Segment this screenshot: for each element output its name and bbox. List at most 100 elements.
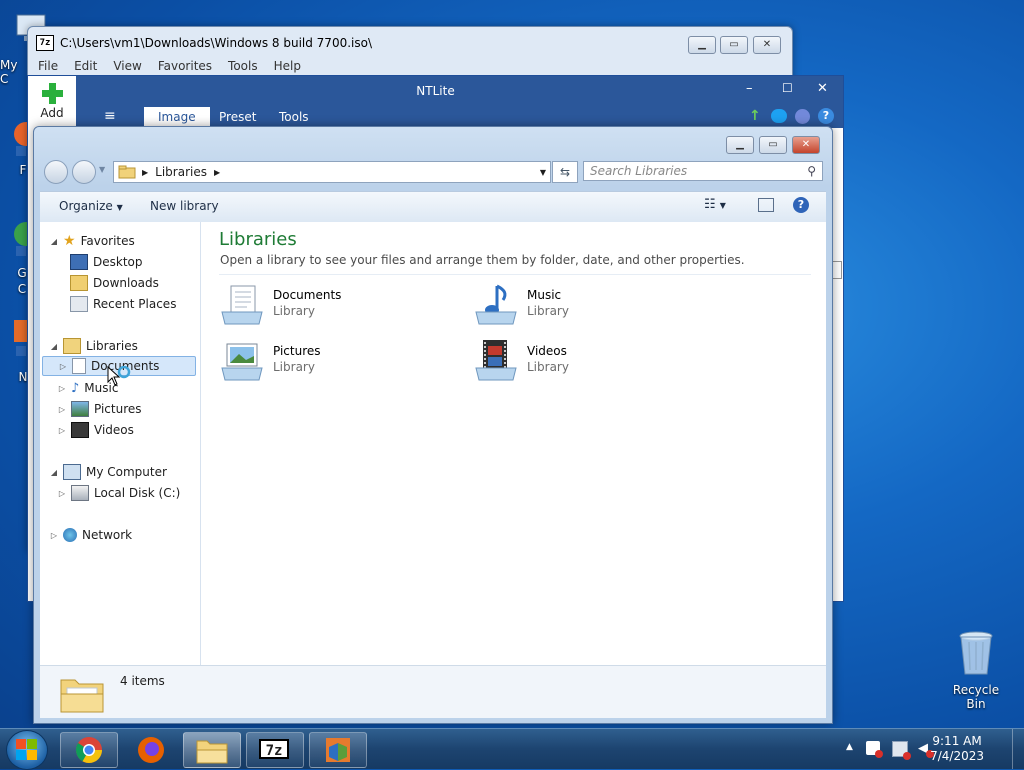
expand-arrow-icon[interactable]: ▷ xyxy=(58,384,66,393)
back-button[interactable] xyxy=(44,160,68,184)
sevenzip-maximize-button[interactable]: ▭ xyxy=(720,36,748,54)
search-input[interactable]: Search Libraries ⚲ xyxy=(583,161,823,181)
desktop-icon-ntlite[interactable] xyxy=(14,318,28,368)
ntlite-minimize-button[interactable]: – xyxy=(746,81,753,96)
expand-arrow-icon[interactable]: ▷ xyxy=(50,531,58,540)
taskbar-7zip-button[interactable]: 7z xyxy=(246,732,304,768)
nav-recent-places[interactable]: Recent Places xyxy=(70,294,176,314)
menu-help[interactable]: Help xyxy=(268,57,307,75)
show-desktop-button[interactable] xyxy=(1012,729,1024,769)
nav-local-disk[interactable]: ▷ Local Disk (C:) xyxy=(58,483,180,503)
nav-downloads[interactable]: Downloads xyxy=(70,273,159,293)
taskbar-firefox-button[interactable] xyxy=(122,732,180,768)
recycle-bin-icon xyxy=(959,631,993,675)
system-clock[interactable]: 9:11 AM 7/4/2023 xyxy=(930,734,984,764)
menu-favorites[interactable]: Favorites xyxy=(152,57,218,75)
search-icon[interactable]: ⚲ xyxy=(807,164,816,178)
expand-arrow-icon[interactable]: ▷ xyxy=(58,405,66,414)
menu-tools[interactable]: Tools xyxy=(222,57,264,75)
nav-favorites[interactable]: ◢ ★ Favorites xyxy=(50,231,135,251)
nav-computer-label: My Computer xyxy=(86,465,167,479)
help-icon[interactable]: ? xyxy=(818,108,834,124)
page-title: Libraries xyxy=(219,229,297,250)
address-bar[interactable]: ▶ Libraries ▶ ▼ xyxy=(113,161,551,183)
help-icon[interactable]: ? xyxy=(793,197,809,213)
nav-downloads-label: Downloads xyxy=(93,276,159,290)
volume-icon[interactable]: ◀ xyxy=(918,741,934,758)
app-icon xyxy=(14,320,28,356)
command-toolbar: Organize ▼ New library ☷ ▼ ? xyxy=(40,191,826,223)
sevenzip-menubar: File Edit View Favorites Tools Help xyxy=(32,57,307,75)
ntlite-maximize-button[interactable]: ☐ xyxy=(782,81,793,95)
content-pane: Libraries Open a library to see your fil… xyxy=(201,222,826,665)
library-type: Library xyxy=(273,360,315,374)
forward-button[interactable] xyxy=(72,160,96,184)
twitter-icon[interactable] xyxy=(771,109,787,123)
expand-arrow-icon[interactable]: ◢ xyxy=(50,237,58,246)
refresh-button[interactable]: ⇆ xyxy=(552,161,578,183)
update-arrow-icon[interactable]: ↑ xyxy=(749,108,761,124)
library-name: Music xyxy=(527,288,562,302)
taskbar-explorer-button[interactable] xyxy=(183,732,241,768)
explorer-maximize-button[interactable]: ▭ xyxy=(759,136,787,154)
view-options-icon[interactable]: ☷ ▼ xyxy=(704,197,726,212)
sevenzip-minimize-button[interactable]: ▁ xyxy=(688,36,716,54)
documents-library-icon xyxy=(221,285,263,325)
library-music[interactable]: Music Library xyxy=(473,282,569,328)
expand-arrow-icon[interactable]: ▷ xyxy=(59,362,67,371)
nav-pictures-label: Pictures xyxy=(94,402,142,416)
ntlite-add-button[interactable]: Add xyxy=(28,76,76,128)
start-button[interactable] xyxy=(6,730,48,770)
nav-pictures[interactable]: ▷ Pictures xyxy=(58,399,142,419)
explorer-close-button[interactable]: ✕ xyxy=(792,136,820,154)
network-status-icon[interactable] xyxy=(892,741,911,760)
desktop-icon-chrome[interactable] xyxy=(14,220,38,270)
library-name: Documents xyxy=(273,288,342,302)
tab-tools[interactable]: Tools xyxy=(265,107,323,127)
action-center-icon[interactable] xyxy=(866,741,883,758)
new-library-button[interactable]: New library xyxy=(150,199,219,213)
star-icon: ★ xyxy=(63,233,76,249)
desktop-icon-recycle-bin[interactable]: Recycle Bin xyxy=(945,630,1007,711)
taskbar-ntlite-button[interactable] xyxy=(309,732,367,768)
hamburger-menu-icon[interactable]: ≡ xyxy=(104,108,116,124)
expand-arrow-icon[interactable]: ◢ xyxy=(50,342,58,351)
nav-network-label: Network xyxy=(82,528,133,542)
explorer-minimize-button[interactable]: ▁ xyxy=(726,136,754,154)
pictures-icon xyxy=(71,401,89,417)
show-hidden-icons-button[interactable]: ▲ xyxy=(846,742,853,752)
library-documents[interactable]: Documents Library xyxy=(219,282,341,328)
menu-file[interactable]: File xyxy=(32,57,64,75)
breadcrumb-arrow-icon[interactable]: ▶ xyxy=(214,168,220,177)
library-videos[interactable]: Videos Library xyxy=(473,338,569,384)
nav-libraries[interactable]: ◢ Libraries xyxy=(50,336,138,356)
library-pictures[interactable]: Pictures Library xyxy=(219,338,321,384)
taskbar-chrome-button[interactable] xyxy=(60,732,118,768)
expand-arrow-icon[interactable]: ▷ xyxy=(58,489,66,498)
sevenzip-logo-icon: 7z xyxy=(36,35,54,51)
computer-icon xyxy=(63,464,81,480)
expand-arrow-icon[interactable]: ◢ xyxy=(50,468,58,477)
organize-button[interactable]: Organize ▼ xyxy=(59,199,123,213)
sevenzip-close-button[interactable]: ✕ xyxy=(753,36,781,54)
nav-videos[interactable]: ▷ Videos xyxy=(58,420,134,440)
recent-pages-dropdown[interactable]: ▼ xyxy=(99,165,105,174)
tab-image[interactable]: Image xyxy=(144,107,210,127)
tab-preset[interactable]: Preset xyxy=(205,107,270,127)
ntlite-add-label: Add xyxy=(40,106,64,120)
nav-my-computer[interactable]: ◢ My Computer xyxy=(50,462,167,482)
nav-network[interactable]: ▷ Network xyxy=(50,525,132,545)
menu-view[interactable]: View xyxy=(107,57,147,75)
ntlite-close-button[interactable]: ✕ xyxy=(817,81,828,96)
nav-desktop[interactable]: Desktop xyxy=(70,252,143,272)
expand-arrow-icon[interactable]: ▷ xyxy=(58,426,66,435)
downloads-folder-icon xyxy=(70,275,88,291)
desktop-icon-label: My C xyxy=(0,58,18,86)
preview-pane-icon[interactable] xyxy=(758,198,774,212)
menu-edit[interactable]: Edit xyxy=(68,57,103,75)
library-name: Videos xyxy=(527,344,567,358)
breadcrumb-arrow-icon[interactable]: ▶ xyxy=(142,168,148,177)
discord-icon[interactable] xyxy=(795,109,810,124)
address-dropdown-icon[interactable]: ▼ xyxy=(540,168,546,177)
breadcrumb-libraries[interactable]: Libraries xyxy=(155,165,207,179)
